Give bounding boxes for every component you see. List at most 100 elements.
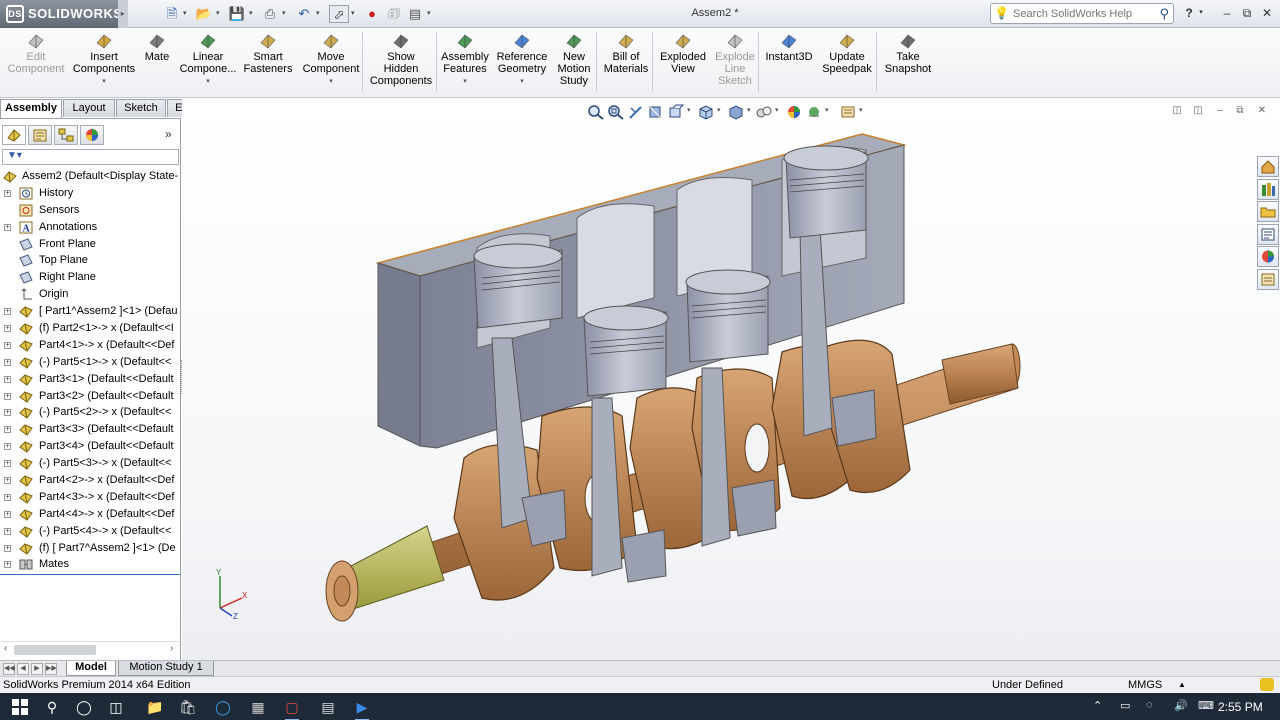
rebuild-icon[interactable]: ● [362, 5, 382, 23]
expand-toggle-icon[interactable]: + [4, 493, 11, 501]
custom-properties-icon[interactable] [1257, 268, 1279, 290]
expand-toggle-icon[interactable]: + [4, 375, 11, 383]
network-icon[interactable]: ▭ [1120, 699, 1130, 712]
units-selector[interactable]: MMGS [1128, 677, 1162, 693]
tray-chevron-icon[interactable]: ⌃ [1093, 699, 1102, 712]
tree-item-part5-2-x-default[interactable]: + (-) Part5<2>-> x (Default<< [0, 404, 180, 421]
tree-item-part5-4-x-default[interactable]: + (-) Part5<4>-> x (Default<< [0, 523, 180, 540]
tree-item-history[interactable]: + History [0, 185, 180, 202]
tab-assembly[interactable]: Assembly [0, 99, 62, 118]
scroll-left-icon[interactable]: ‹ [4, 643, 14, 654]
take-snapshot-button[interactable]: Take Snapshot [878, 30, 938, 96]
rebuild-status-icon[interactable] [1260, 678, 1274, 691]
open-dropdown-icon[interactable]: ▾ [216, 5, 224, 23]
linear-pattern-button[interactable]: Linear Compone... ▾ [178, 30, 238, 96]
tree-horizontal-scrollbar[interactable]: ‹ › [2, 641, 179, 657]
tab-layout[interactable]: Layout [63, 99, 115, 117]
help-search-box[interactable]: 💡 ⚲ [990, 3, 1174, 24]
expand-toggle-icon[interactable]: + [4, 426, 11, 434]
tree-item-part4-1-x-default-def[interactable]: + Part4<1>-> x (Default<<Def [0, 337, 180, 354]
tree-root-assembly[interactable]: Assem2 (Default<Display State- [0, 168, 180, 185]
next-tab-icon[interactable]: ▶ [31, 663, 43, 675]
bill-of-materials-button[interactable]: Bill of Materials [600, 30, 652, 96]
display-manager-tab-icon[interactable] [80, 125, 104, 145]
tree-item-part5-1-x-default[interactable]: + (-) Part5<1>-> x (Default<< [0, 354, 180, 371]
reference-geometry-button[interactable]: Reference Geometry ▾ [494, 30, 550, 96]
video-app-taskbar-icon[interactable]: ▶ [352, 697, 372, 720]
tree-item-part3-1-default-default[interactable]: + Part3<1> (Default<<Default [0, 371, 180, 388]
select-cursor-icon[interactable]: ⬀ [329, 5, 349, 23]
update-speedpak-button[interactable]: Update Speedpak [818, 30, 876, 96]
tree-item-part3-4-default-default[interactable]: + Part3<4> (Default<<Default [0, 438, 180, 455]
solidworks-logo[interactable]: DS SOLIDWORKS ▸ [0, 0, 128, 28]
expand-toggle-icon[interactable]: + [4, 510, 11, 518]
expand-toggle-icon[interactable]: + [4, 392, 11, 400]
tree-item-part1-assem2-1-defau[interactable]: + [ Part1^Assem2 ]<1> (Defau [0, 303, 180, 320]
tree-item-front-plane[interactable]: Front Plane [0, 236, 180, 253]
prev-tab-icon[interactable]: ◀ [17, 663, 29, 675]
expand-toggle-icon[interactable]: + [4, 561, 11, 569]
ribbon-dropdown-icon[interactable]: ▾ [68, 76, 140, 88]
insert-components-button[interactable]: Insert Components ▾ [68, 30, 140, 96]
undo-icon[interactable]: ↶ [294, 5, 314, 23]
expand-toggle-icon[interactable]: + [4, 443, 11, 451]
options-dropdown-icon[interactable]: ▾ [427, 5, 435, 23]
explode-line-sketch-button[interactable]: Explode Line Sketch [710, 30, 760, 96]
configuration-manager-tab-icon[interactable] [54, 125, 78, 145]
tree-filter[interactable]: ▼▾ [2, 149, 179, 165]
expand-toggle-icon[interactable]: + [4, 477, 11, 485]
edge-browser-icon[interactable]: ◯ [213, 697, 233, 717]
volume-icon[interactable]: 🔊 [1174, 699, 1188, 712]
help-dropdown-icon[interactable]: ▾ [1196, 5, 1206, 21]
save-dropdown-icon[interactable]: ▾ [249, 5, 257, 23]
piston-3[interactable] [685, 269, 771, 363]
units-dropdown-icon[interactable]: ▲ [1178, 677, 1186, 693]
new-document-icon[interactable]: 🗎 [162, 5, 182, 23]
expand-toggle-icon[interactable]: + [4, 544, 11, 552]
taskbar-search-icon[interactable]: ⚲ [42, 697, 62, 717]
windows-start-icon[interactable] [10, 697, 30, 717]
expand-toggle-icon[interactable]: + [4, 308, 11, 316]
undo-dropdown-icon[interactable]: ▾ [316, 5, 324, 23]
assembly-features-button[interactable]: Assembly Features ▾ [438, 30, 492, 96]
wifi-icon[interactable]: ◌ [1146, 699, 1153, 711]
open-folder-icon[interactable]: 📂 [194, 5, 214, 23]
file-properties-icon[interactable]: 🗊 [384, 5, 404, 23]
bottom-tab-model[interactable]: Model [66, 661, 116, 676]
mate-button[interactable]: Mate [140, 30, 174, 96]
tree-item-part4-4-x-default-def[interactable]: + Part4<4>-> x (Default<<Def [0, 506, 180, 523]
expand-toggle-icon[interactable]: + [4, 527, 11, 535]
tree-item-f-part2-1-x-default-i[interactable]: + (f) Part2<1>-> x (Default<<I [0, 320, 180, 337]
ribbon-dropdown-icon[interactable]: ▾ [178, 76, 238, 88]
scrollbar-thumb[interactable] [14, 645, 96, 655]
minimize-icon[interactable]: – [1218, 5, 1236, 21]
save-icon[interactable]: 💾 [227, 5, 247, 23]
restore-icon[interactable]: ⧉ [1238, 5, 1256, 21]
expand-toggle-icon[interactable]: + [4, 325, 11, 333]
new-dropdown-icon[interactable]: ▾ [183, 5, 191, 23]
tab-sketch[interactable]: Sketch [116, 99, 166, 117]
edit-component-button[interactable]: Edit Component [4, 30, 68, 96]
tree-item-sensors[interactable]: Sensors [0, 202, 180, 219]
graphics-area[interactable]: ▾ ▾ ▾ ▾ ▾ ▾ ◫ ◫ – ⧉ ✕ Y X Z [182, 98, 1280, 660]
file-explorer-icon[interactable] [1257, 201, 1279, 222]
design-library-icon[interactable] [1257, 178, 1279, 200]
tree-item-part4-3-x-default-def[interactable]: + Part4<3>-> x (Default<<Def [0, 489, 180, 506]
expand-toggle-icon[interactable]: + [4, 189, 11, 197]
print-icon[interactable]: ⎙ [260, 5, 280, 23]
ribbon-dropdown-icon[interactable]: ▾ [438, 76, 492, 88]
tree-item-part3-2-default-default[interactable]: + Part3<2> (Default<<Default [0, 388, 180, 405]
tree-item-mates[interactable]: + Mates [0, 556, 180, 573]
expand-toggle-icon[interactable]: + [4, 223, 11, 231]
store-icon[interactable]: 🛍 [178, 697, 198, 717]
tree-item-part5-3-x-default[interactable]: + (-) Part5<3>-> x (Default<< [0, 455, 180, 472]
panel-more-icon[interactable]: » [165, 127, 172, 141]
tree-item-f-part7-assem2-1-de[interactable]: + (f) [ Part7^Assem2 ]<1> (De [0, 540, 180, 557]
exploded-view-button[interactable]: Exploded View [656, 30, 710, 96]
expand-toggle-icon[interactable]: + [4, 358, 11, 366]
calculator-icon[interactable]: ▦ [248, 697, 268, 717]
ribbon-dropdown-icon[interactable]: ▾ [494, 76, 550, 88]
cortana-icon[interactable]: ◯ [74, 697, 94, 717]
first-tab-icon[interactable]: ◀◀ [3, 663, 15, 675]
move-component-button[interactable]: Move Component ▾ [300, 30, 362, 96]
